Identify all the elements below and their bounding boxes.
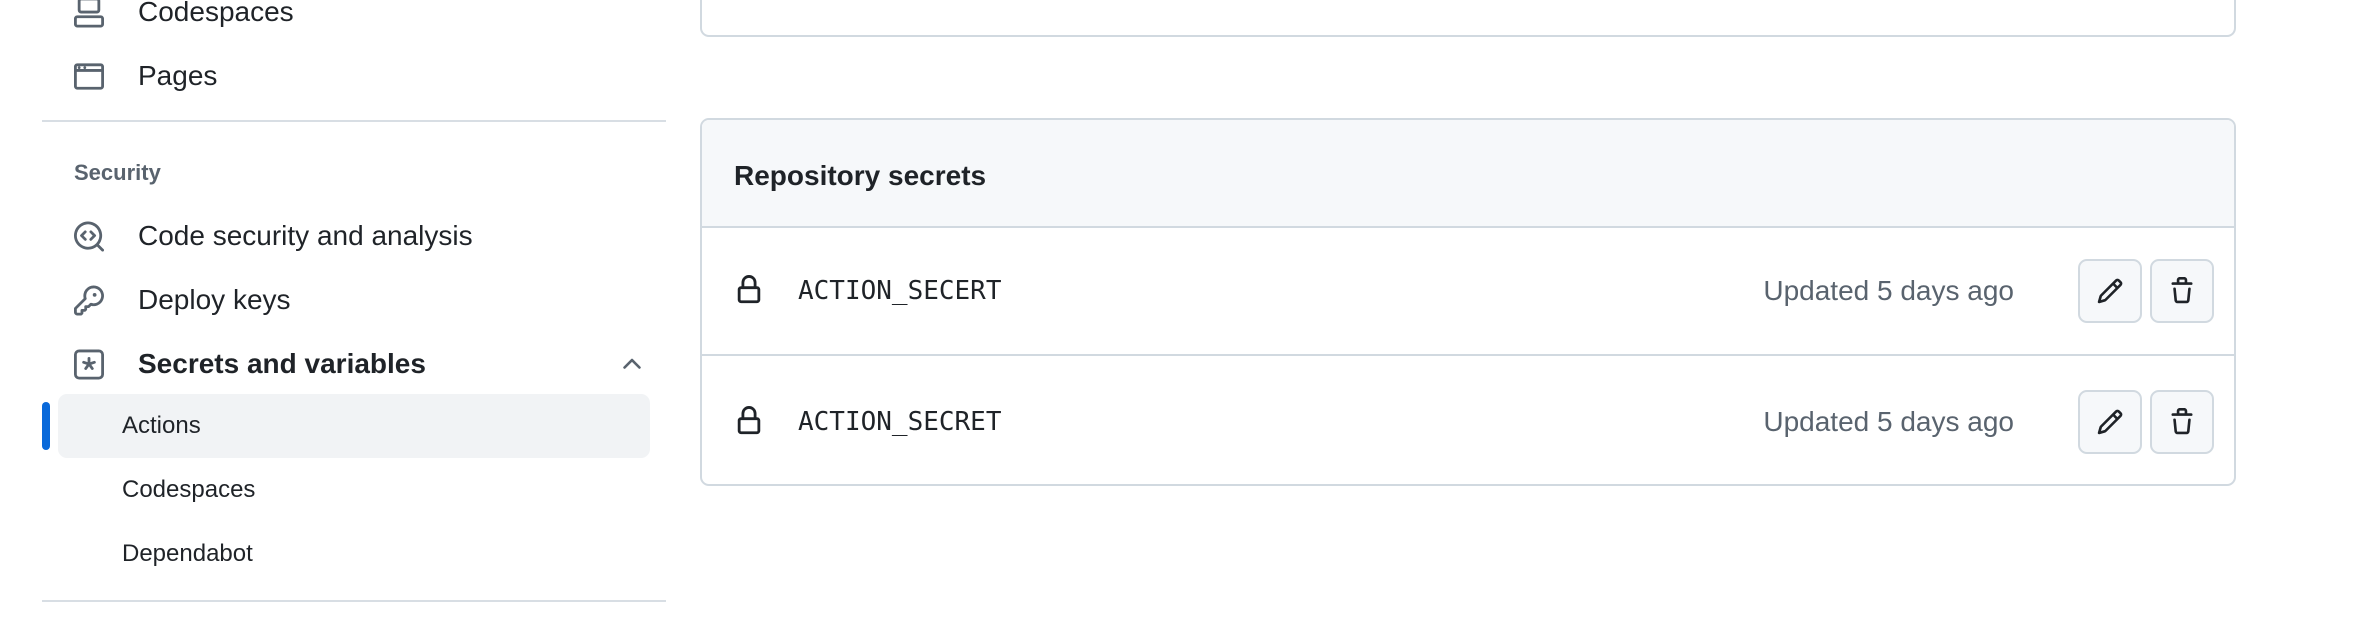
- sidebar-item-label: Secrets and variables: [138, 348, 426, 379]
- pencil-icon: [2097, 278, 2123, 304]
- secret-row: ACTION_SECERT Updated 5 days ago: [702, 228, 2234, 356]
- secret-updated-time: Updated 5 days ago: [1763, 275, 2014, 306]
- sidebar-subitem-label: Actions: [122, 412, 201, 439]
- secret-row: ACTION_SECRET Updated 5 days ago: [702, 358, 2234, 484]
- repository-secrets-header: Repository secrets: [702, 120, 2234, 228]
- sidebar-subitem-actions[interactable]: Actions: [58, 394, 650, 458]
- secret-name: ACTION_SECRET: [798, 407, 1002, 437]
- sidebar-subitem-codespaces[interactable]: Codespaces: [58, 458, 650, 522]
- codescan-icon: [72, 220, 105, 253]
- settings-page: Codespaces Pages Security Code security …: [0, 0, 2374, 622]
- section-title-security: Security: [74, 160, 161, 185]
- previous-section-box: [700, 0, 2236, 37]
- trash-icon: [2171, 408, 2193, 435]
- settings-sidebar: Codespaces Pages Security Code security …: [42, 0, 666, 622]
- delete-secret-button[interactable]: [2150, 390, 2214, 454]
- sidebar-item-deploy-keys[interactable]: Deploy keys: [58, 272, 666, 328]
- sidebar-item-secrets-and-variables[interactable]: Secrets and variables: [58, 336, 666, 392]
- sidebar-divider: [42, 600, 666, 602]
- sidebar-item-label: Codespaces: [138, 0, 294, 27]
- secret-name: ACTION_SECERT: [798, 276, 1002, 306]
- sidebar-item-label: Pages: [138, 60, 218, 91]
- secret-updated-time: Updated 5 days ago: [1763, 406, 2014, 437]
- trash-icon: [2171, 277, 2193, 304]
- sidebar-subitem-label: Codespaces: [122, 476, 256, 503]
- sidebar-item-code-security[interactable]: Code security and analysis: [58, 208, 666, 264]
- chevron-up-icon[interactable]: [618, 350, 646, 378]
- sidebar-subitem-dependabot[interactable]: Dependabot: [58, 522, 650, 586]
- sidebar-item-label: Deploy keys: [138, 284, 291, 315]
- repository-secrets-panel: Repository secrets ACTION_SECERT Updated…: [700, 118, 2236, 486]
- repository-secrets-title: Repository secrets: [734, 160, 987, 191]
- sidebar-item-label: Code security and analysis: [138, 220, 473, 251]
- lock-icon: [734, 275, 766, 307]
- sidebar-item-codespaces[interactable]: Codespaces: [58, 0, 666, 40]
- edit-secret-button[interactable]: [2078, 259, 2142, 323]
- codespaces-icon: [72, 0, 105, 29]
- active-indicator: [42, 402, 50, 450]
- browser-icon: [72, 60, 105, 93]
- sidebar-subitem-label: Dependabot: [122, 540, 253, 567]
- sidebar-item-pages[interactable]: Pages: [58, 48, 666, 104]
- delete-secret-button[interactable]: [2150, 259, 2214, 323]
- key-icon: [72, 284, 105, 317]
- asterisk-icon: [72, 348, 105, 381]
- edit-secret-button[interactable]: [2078, 390, 2142, 454]
- lock-icon: [734, 406, 766, 438]
- pencil-icon: [2097, 409, 2123, 435]
- sidebar-divider: [42, 120, 666, 122]
